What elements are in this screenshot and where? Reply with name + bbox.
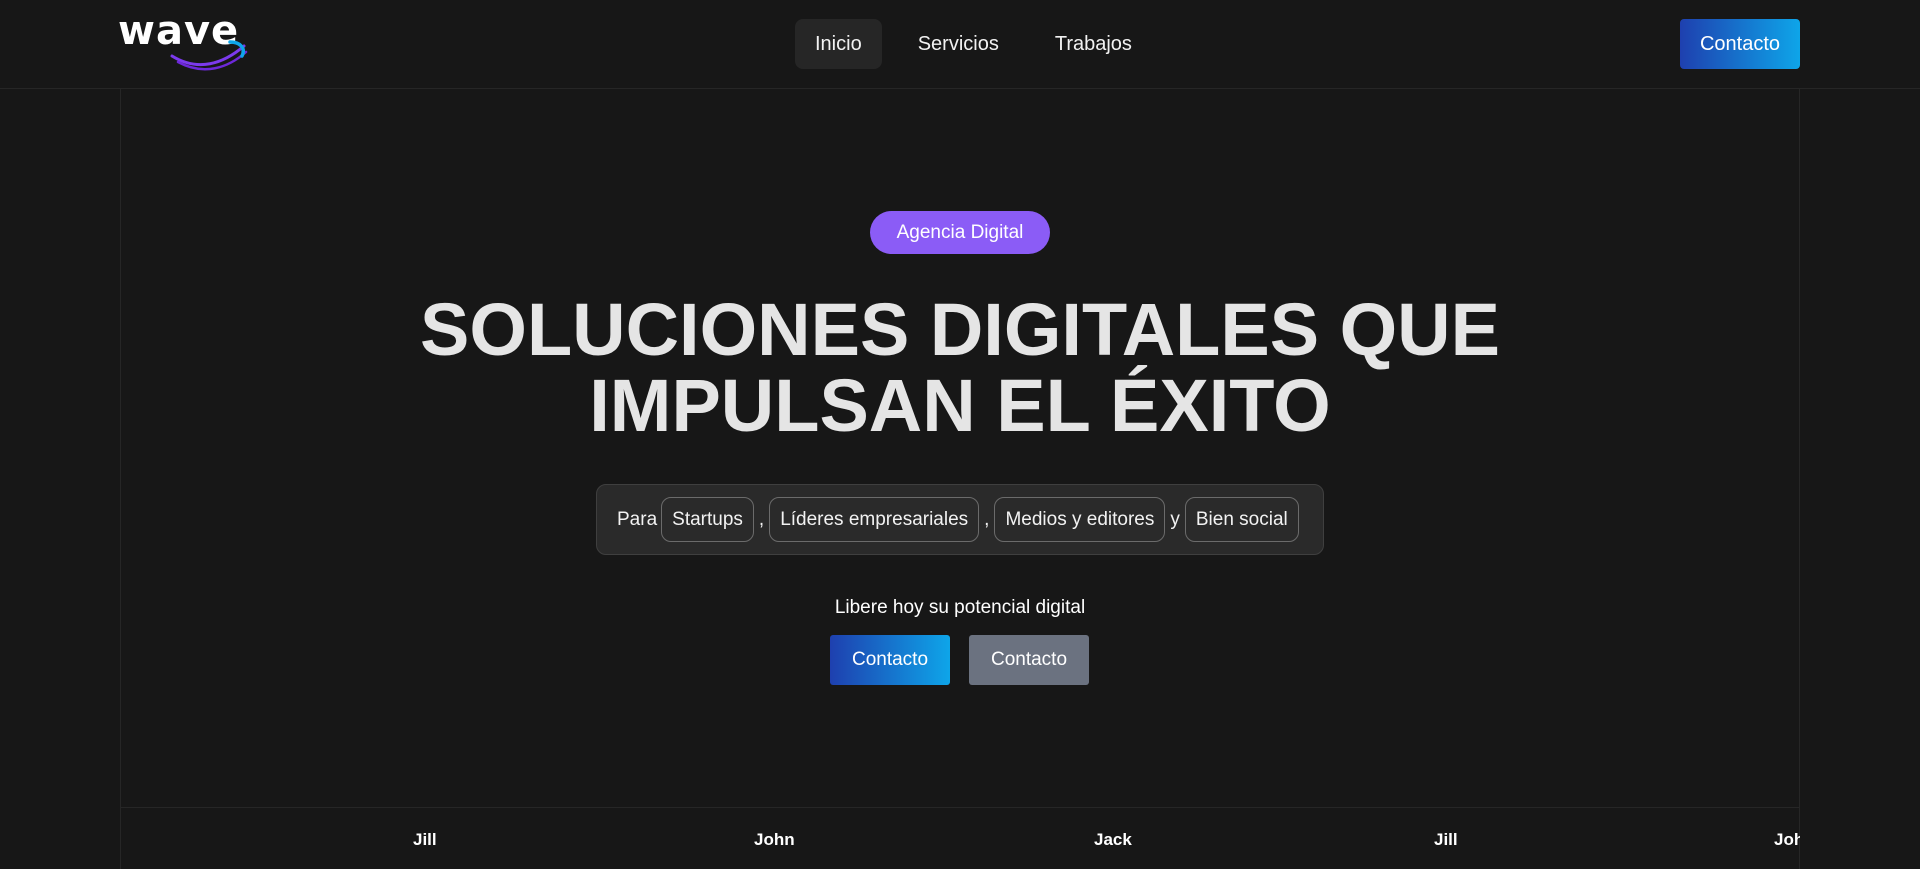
wave-swoosh-icon	[170, 40, 248, 71]
nav-item-inicio[interactable]: Inicio	[795, 19, 882, 69]
chip-lideres-empresariales: Líderes empresariales	[769, 497, 980, 542]
main-nav: Inicio Servicios Trabajos	[795, 19, 1152, 69]
nav-item-trabajos[interactable]: Trabajos	[1035, 19, 1152, 69]
audience-box: Para Startups , Líderes empresariales , …	[596, 484, 1324, 555]
chip-medios-editores: Medios y editores	[994, 497, 1166, 542]
headline-line-2: IMPULSAN EL ÉXITO	[589, 364, 1331, 447]
agency-badge: Agencia Digital	[870, 211, 1050, 254]
marquee-item: John	[754, 830, 795, 849]
audience-separator: ,	[758, 508, 765, 530]
audience-separator: ,	[984, 508, 990, 530]
audience-conjunction: y	[1170, 508, 1180, 530]
hero-headline: SOLUCIONES DIGITALES QUE IMPULSAN EL ÉXI…	[360, 292, 1560, 444]
nav-item-servicios[interactable]: Servicios	[898, 19, 1019, 69]
chip-startups: Startups	[661, 497, 754, 542]
marquee-item: John	[1774, 830, 1800, 849]
headline-line-1: SOLUCIONES DIGITALES QUE	[420, 288, 1500, 371]
hero-contact-button-primary[interactable]: Contacto	[830, 635, 950, 685]
audience-prefix: Para	[617, 508, 658, 530]
header-contact-button[interactable]: Contacto	[1680, 19, 1800, 69]
wave-logo[interactable]: wave	[118, 8, 248, 72]
content-frame	[120, 89, 1800, 869]
chip-bien-social: Bien social	[1184, 497, 1299, 542]
names-marquee: Jill John Jack Jill John	[120, 808, 1800, 869]
hero-tagline: Libere hoy su potencial digital	[834, 597, 1086, 618]
marquee-item: Jill	[1434, 830, 1458, 849]
site-header: wave Inicio Servicios Trabajos Contacto	[0, 0, 1920, 89]
marquee-item: Jack	[1094, 830, 1132, 849]
marquee-item: Jill	[413, 830, 437, 849]
hero-contact-button-secondary[interactable]: Contacto	[969, 635, 1089, 685]
